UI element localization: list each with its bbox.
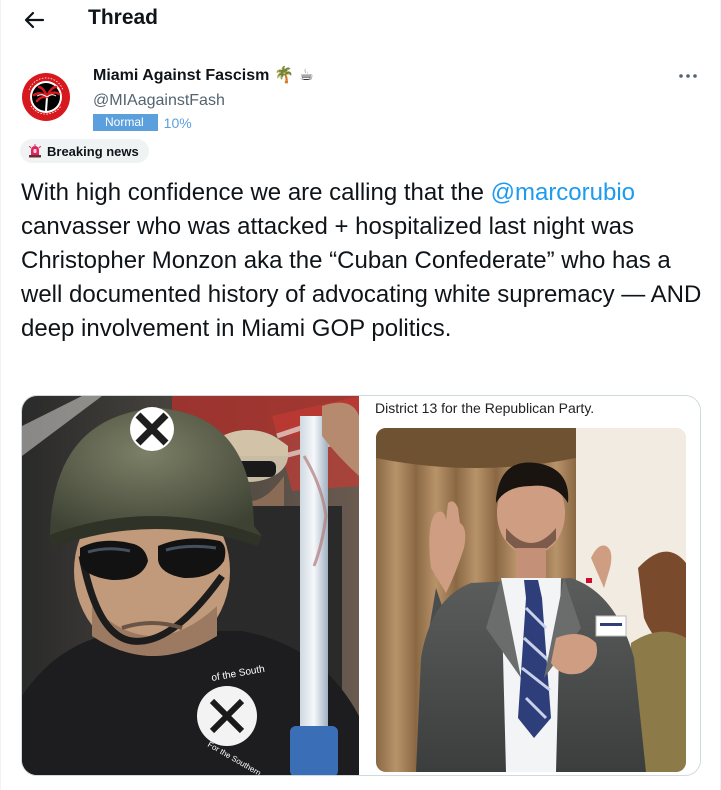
author-name-row[interactable]: Miami Against Fascism 🌴 ☕ <box>93 67 314 85</box>
tweet-text-before: With high confidence we are calling that… <box>21 179 491 206</box>
coffee-emoji-icon: ☕ <box>299 67 314 84</box>
tweet-text: With high confidence we are calling that… <box>21 176 711 346</box>
siren-icon <box>29 144 41 158</box>
more-options-button[interactable] <box>676 66 700 86</box>
palm-tree-emoji-icon: 🌴 <box>274 67 295 84</box>
media-photo-left[interactable]: of the South For the Southern <box>22 396 359 775</box>
back-button[interactable] <box>19 6 49 34</box>
tweet-text-after: canvasser who was attacked + hospitalize… <box>21 213 702 342</box>
mention-link[interactable]: @marcorubio <box>491 179 635 206</box>
author-display-name[interactable]: Miami Against Fascism <box>93 67 269 85</box>
badge-percent: 10% <box>163 114 192 131</box>
media-caption: District 13 for the Republican Party. <box>375 400 595 416</box>
top-bar: Thread <box>1 0 720 40</box>
inner-photo <box>376 428 686 772</box>
breaking-news-label[interactable]: Breaking news <box>20 139 149 163</box>
antifa-logo-icon <box>20 71 72 123</box>
author-handle[interactable]: @MIAagainstFash <box>93 92 225 110</box>
tweet-media[interactable]: of the South For the Southern District 1… <box>21 395 701 776</box>
page-title: Thread <box>88 6 159 29</box>
oath-photo <box>376 428 686 772</box>
status-badge: Normal <box>93 114 158 131</box>
media-photo-right[interactable]: District 13 for the Republican Party. <box>359 396 700 775</box>
back-arrow-icon <box>24 11 45 29</box>
rally-photo: of the South For the Southern <box>22 396 359 775</box>
author-badge-row: Normal 10% <box>93 114 192 131</box>
label-text: Breaking news <box>47 143 139 159</box>
thread-view: Thread Miami Against Fascism 🌴 ☕ @MIAaga… <box>0 0 721 790</box>
more-dots-icon <box>679 74 697 78</box>
avatar[interactable] <box>20 71 72 123</box>
